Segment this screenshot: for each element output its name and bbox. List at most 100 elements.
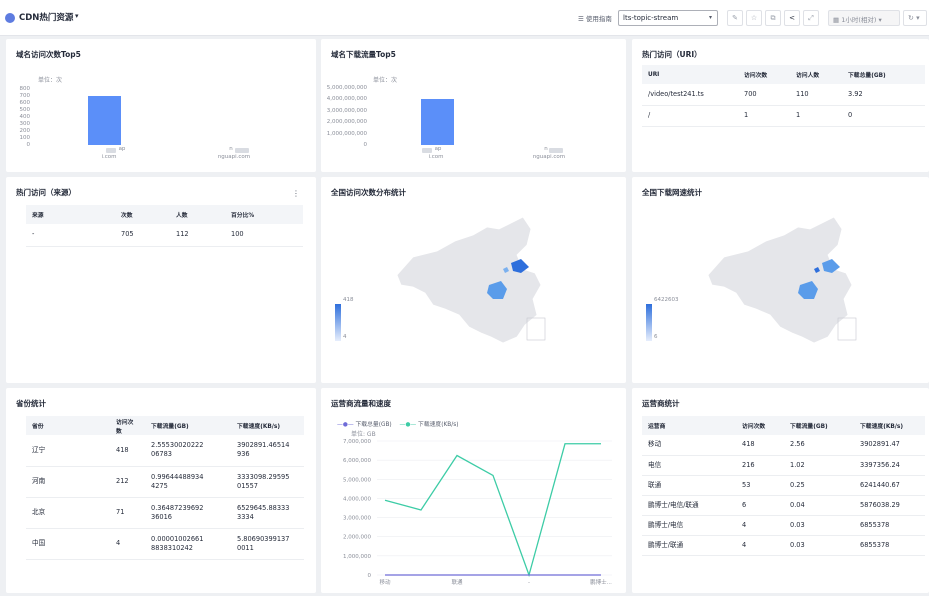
value-line: 5.80690399137 bbox=[237, 534, 290, 543]
title-dropdown-icon[interactable]: ▾ bbox=[75, 12, 79, 20]
category-label: nguapi.com bbox=[217, 154, 251, 160]
table-cell: / bbox=[642, 105, 738, 127]
table-row: - 705 112 100 bbox=[26, 224, 303, 247]
refresh-button[interactable]: ↻ ▾ bbox=[903, 10, 927, 26]
table-cell: 110 bbox=[790, 84, 842, 106]
chart-bar[interactable] bbox=[421, 99, 454, 145]
table-cell: 辽宁 bbox=[26, 435, 110, 467]
y-tick-label: 100 bbox=[19, 135, 31, 141]
hot-uri-table: URI 访问次数 访问人数 下载总量(GB) /video/test241.ts… bbox=[642, 65, 925, 127]
guide-icon: ☰ bbox=[578, 15, 586, 23]
column-header[interactable]: 下载速度(KB/s) bbox=[231, 416, 304, 435]
column-header[interactable]: 下载流量(GB) bbox=[784, 416, 854, 435]
copy-icon[interactable]: ⧉ bbox=[765, 10, 781, 26]
y-tick-label: 6,000,000 bbox=[343, 458, 371, 464]
x-tick-label: 移动 bbox=[379, 578, 391, 586]
column-header[interactable]: 省份 bbox=[26, 416, 110, 435]
value-line: 8838310242 bbox=[151, 543, 193, 552]
x-tick-label: 鹏博士... bbox=[590, 578, 612, 586]
guide-link[interactable]: ☰ 使用指南 bbox=[578, 13, 612, 23]
value-line: 0011 bbox=[237, 543, 254, 552]
column-header[interactable]: 下载流量(GB) bbox=[145, 416, 231, 435]
domain-traffic-card: 域名下载流量Top5 单位：次 5,000,000,000 4,000,000,0… bbox=[321, 39, 626, 172]
y-tick-label: 7,000,000 bbox=[343, 439, 371, 445]
column-header[interactable]: 访问次数 bbox=[738, 65, 790, 84]
column-header[interactable]: URI bbox=[642, 65, 738, 84]
column-header[interactable]: 下载总量(GB) bbox=[842, 65, 925, 84]
china-map-outline bbox=[396, 216, 542, 344]
category-label: i.com bbox=[428, 154, 444, 160]
value-line: 936 bbox=[237, 450, 250, 459]
legend-gradient-bar bbox=[335, 304, 341, 341]
guide-label: 使用指南 bbox=[585, 15, 612, 23]
table-cell: 3.92 bbox=[842, 84, 925, 106]
edit-icon[interactable]: ✎ bbox=[727, 10, 743, 26]
value-line: 2.55530020222 bbox=[151, 441, 204, 450]
value-line: 6529645.88333 bbox=[237, 503, 290, 512]
share-icon[interactable]: < bbox=[784, 10, 800, 26]
blurred-domain-label bbox=[422, 148, 432, 153]
column-header[interactable]: 访问人数 bbox=[790, 65, 842, 84]
table-cell: 鹏博士/电信/联通 bbox=[642, 495, 736, 516]
column-header[interactable]: 访问次数 bbox=[110, 416, 145, 435]
table-row: 联通 53 0.25 6241440.67 bbox=[642, 475, 925, 496]
domain-visits-card: 域名访问次数Top5 单位：次 800 700 600 500 400 300 200 100… bbox=[6, 39, 316, 172]
dashboard-title[interactable]: CDN热门资源 bbox=[19, 11, 73, 23]
china-map bbox=[707, 216, 857, 344]
table-row: 鹏博士/电信 4 0.03 6855378 bbox=[642, 515, 925, 536]
y-tick-label: 1,000,000,000 bbox=[326, 130, 367, 137]
table-cell: 0 bbox=[842, 105, 925, 127]
value-line: 0.36487239692 bbox=[151, 503, 204, 512]
value-line: 4275 bbox=[151, 481, 168, 490]
y-tick-label: 2,000,000 bbox=[343, 535, 371, 541]
table-cell: 418 bbox=[110, 435, 145, 467]
table-cell: 2.56 bbox=[784, 435, 854, 456]
table-row: /video/test241.ts 700 110 3.92 bbox=[642, 84, 925, 106]
column-header[interactable]: 访问次数 bbox=[736, 416, 784, 435]
column-header[interactable]: 来源 bbox=[26, 205, 115, 224]
column-header[interactable]: 人数 bbox=[170, 205, 225, 224]
chevron-down-icon: ▾ bbox=[876, 16, 882, 24]
series-line-speed[interactable] bbox=[384, 443, 601, 578]
table-cell: 71 bbox=[110, 497, 145, 529]
more-options-icon[interactable]: ⋮ bbox=[292, 189, 300, 198]
table-row: 移动 418 2.56 3902891.47 bbox=[642, 435, 925, 456]
column-header[interactable]: 次数 bbox=[115, 205, 170, 224]
province-card: 省份统计 省份 访问次数 下载流量(GB) 下载速度(KB/s) 辽宁 418 … bbox=[6, 388, 316, 593]
table-cell: 1 bbox=[790, 105, 842, 127]
china-map-outline bbox=[707, 216, 853, 344]
table-cell: 3902891.46514 936 bbox=[231, 435, 304, 467]
y-tick-label: 200 bbox=[19, 128, 31, 134]
table-cell: 53 bbox=[736, 475, 784, 496]
speed-map-card: 全国下载网速统计 6422603 6 bbox=[632, 177, 929, 383]
x-tick-label: 联通 bbox=[451, 578, 463, 586]
table-cell: 418 bbox=[736, 435, 784, 456]
stream-select[interactable]: lts-topic-stream ▾ bbox=[618, 10, 718, 26]
table-row: 河南 212 0.99644488934 4275 3333098.29595 01… bbox=[26, 466, 304, 498]
category-label: i.com bbox=[101, 154, 117, 160]
category-label: nguapi.com bbox=[532, 154, 566, 160]
table-cell: 4 bbox=[736, 535, 784, 556]
table-cell: 电信 bbox=[642, 455, 736, 476]
star-icon[interactable]: ☆ bbox=[746, 10, 762, 26]
isp-table: 运营商 访问次数 下载流量(GB) 下载速度(KB/s) 移动 418 2.56 39… bbox=[642, 416, 925, 556]
table-cell: 6855378 bbox=[854, 535, 925, 556]
table-cell: /video/test241.ts bbox=[642, 84, 738, 106]
table-cell: 3902891.47 bbox=[854, 435, 925, 456]
table-cell: 0.03 bbox=[784, 535, 854, 556]
chart-bar[interactable] bbox=[88, 96, 121, 145]
column-header[interactable]: 运营商 bbox=[642, 416, 736, 435]
value-line: 06783 bbox=[151, 450, 172, 459]
column-header[interactable]: 百分比% bbox=[225, 205, 303, 224]
top-bar: CDN热门资源 ▾ ☰ 使用指南 lts-topic-stream ▾ ✎ ☆ … bbox=[0, 0, 929, 36]
table-row: 电信 216 1.02 3397356.24 bbox=[642, 455, 925, 476]
table-cell: 1.02 bbox=[784, 455, 854, 476]
chevron-down-icon: ▾ bbox=[913, 14, 920, 22]
time-range-select[interactable]: ▦ 1小时(相对) ▾ bbox=[828, 10, 900, 26]
value-line: 0.99644488934 bbox=[151, 472, 204, 481]
fullscreen-icon[interactable]: ⤢ bbox=[803, 10, 819, 26]
y-tick-label: 4,000,000,000 bbox=[326, 96, 367, 103]
column-header[interactable]: 下载速度(KB/s) bbox=[854, 416, 925, 435]
table-cell: 112 bbox=[170, 224, 225, 247]
visit-map-card: 全国访问次数分布统计 418 4 bbox=[321, 177, 626, 383]
